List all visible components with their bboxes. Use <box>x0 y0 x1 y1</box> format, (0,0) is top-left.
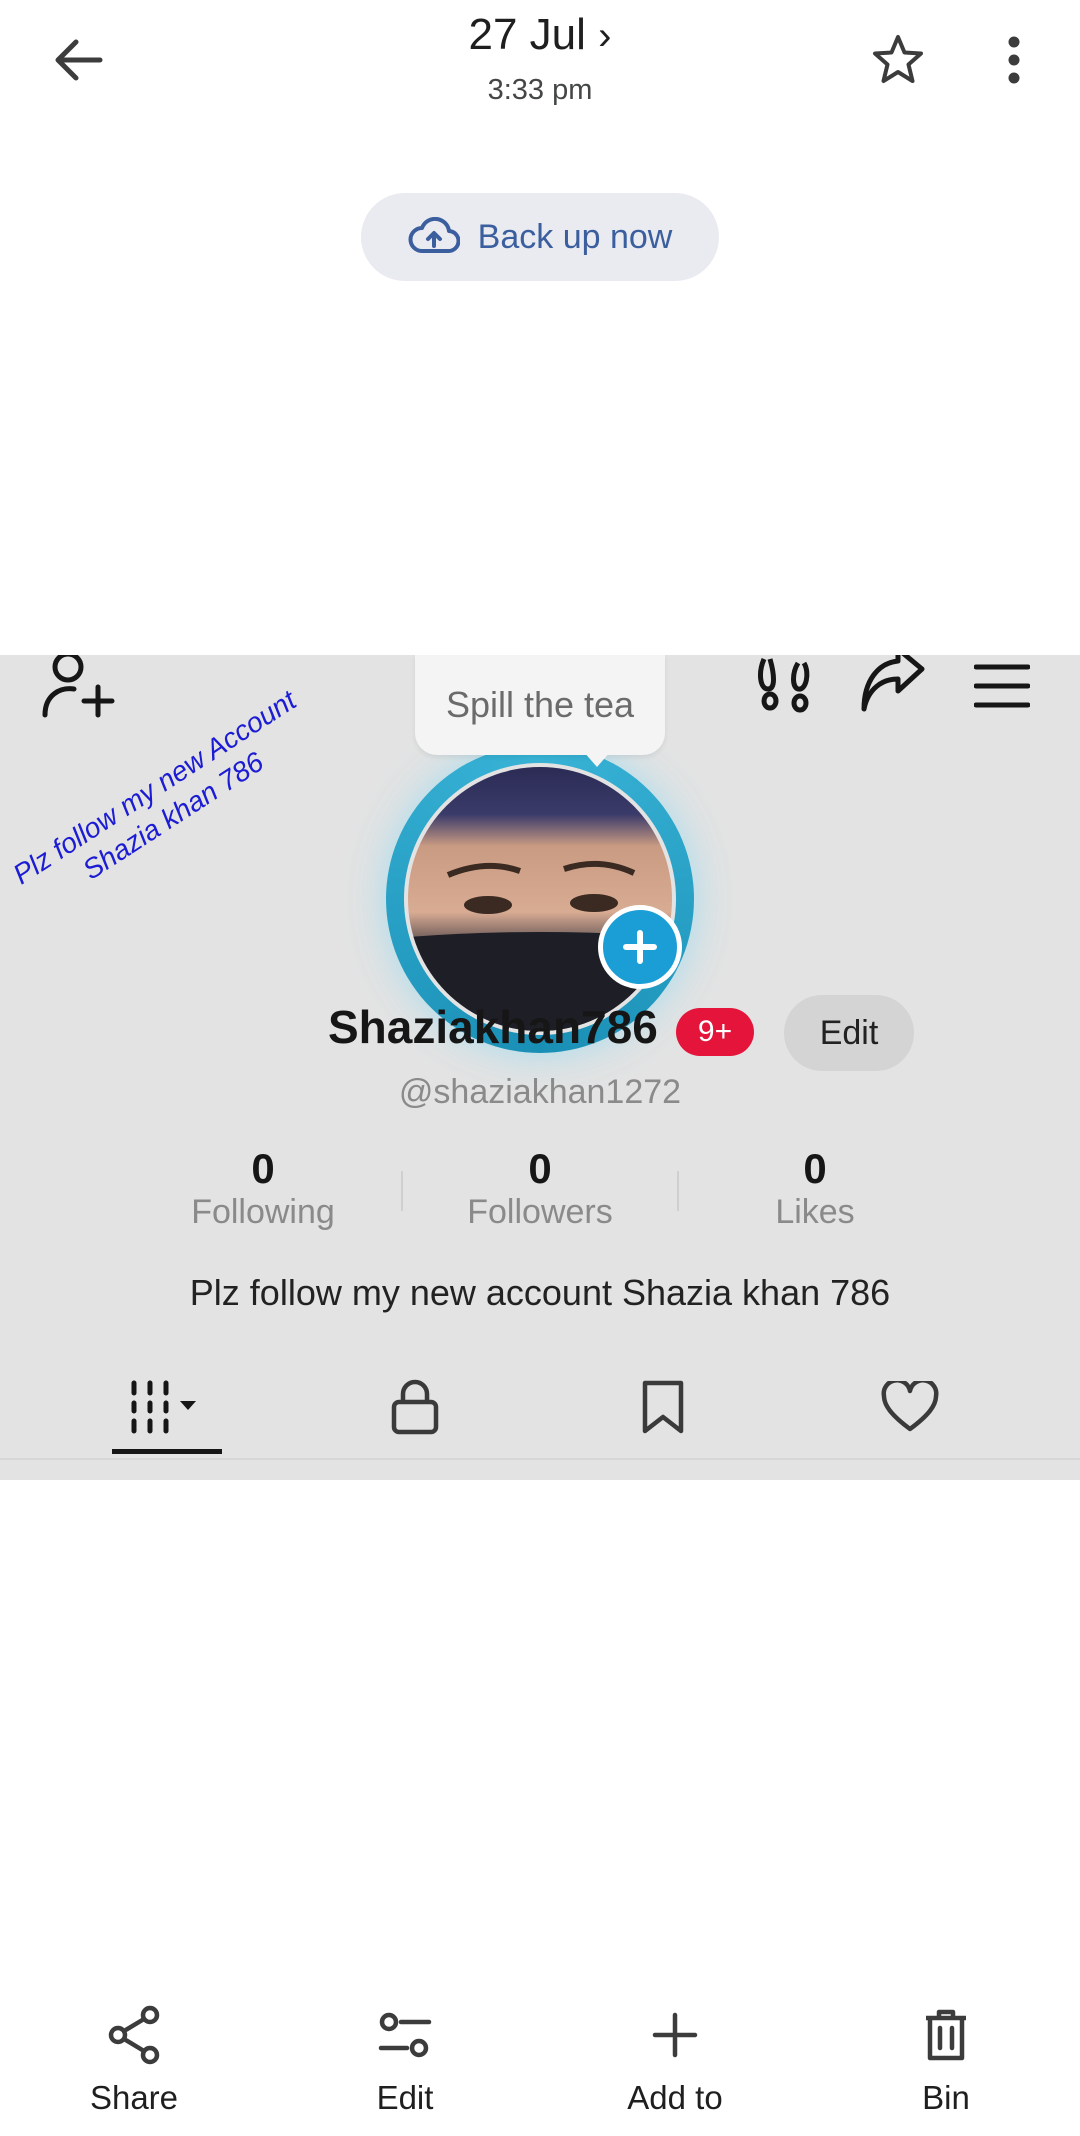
heart-icon <box>881 1381 939 1432</box>
share-icon <box>108 2005 160 2065</box>
trash-icon <box>926 2009 966 2061</box>
tooltip-tail <box>583 751 611 767</box>
back-up-now-button[interactable]: Back up now <box>361 193 719 281</box>
lock-icon <box>391 1379 439 1435</box>
stat-followers: 0 Followers <box>430 1145 650 1232</box>
hamburger-menu-icon <box>974 664 1030 708</box>
star-icon <box>873 35 923 83</box>
videos-grid-icon <box>131 1380 196 1434</box>
stat-likes-label: Likes <box>775 1193 855 1231</box>
watermark-line-2: Shazia khan 786 <box>77 745 269 886</box>
active-tab-indicator <box>112 1449 222 1454</box>
profile-handle: @shaziakhan1272 <box>398 1073 682 1111</box>
bin-label: Bin <box>922 2079 970 2116</box>
add-to-button[interactable]: Add to <box>575 1995 775 2117</box>
footprints-icon <box>758 658 810 713</box>
back-up-now-label: Back up now <box>477 217 673 256</box>
edit-profile-button: Edit <box>784 995 914 1071</box>
photo-viewer-image[interactable]: Spill the tea Plz follow my new Account … <box>0 655 1080 1480</box>
stat-divider <box>677 1171 679 1211</box>
plus-icon <box>652 2012 698 2058</box>
more-options-button[interactable] <box>986 28 1042 92</box>
share-label: Share <box>89 2079 179 2116</box>
avatar-photo <box>408 767 672 1031</box>
edit-sliders-icon <box>378 2012 432 2058</box>
edit-label: Edit <box>376 2079 434 2116</box>
tab-videos <box>108 1365 228 1449</box>
cloud-upload-icon <box>408 217 460 253</box>
bin-button[interactable]: Bin <box>846 1995 1046 2117</box>
profile-bio: Plz follow my new account Shazia khan 78… <box>189 1272 891 1313</box>
stat-likes-value: 0 <box>803 1145 827 1192</box>
stat-divider <box>401 1171 403 1211</box>
divider <box>0 1458 1080 1460</box>
profile-username: Shaziakhan786 <box>328 1001 658 1053</box>
more-vert-icon <box>1008 36 1020 84</box>
tab-private <box>355 1365 475 1449</box>
notification-badge: 9+ <box>676 1008 754 1056</box>
share-arrow-icon <box>861 655 925 712</box>
share-button[interactable]: Share <box>34 1995 234 2117</box>
edit-button[interactable]: Edit <box>305 1995 505 2117</box>
add-friend-icon <box>42 655 115 718</box>
stat-following-label: Following <box>191 1193 335 1231</box>
tab-liked <box>850 1365 970 1449</box>
plus-icon <box>623 930 657 964</box>
bookmark-icon <box>642 1380 684 1434</box>
stat-following-value: 0 <box>251 1145 275 1192</box>
favorite-button[interactable] <box>862 28 934 92</box>
add-to-label: Add to <box>627 2079 723 2116</box>
stat-followers-value: 0 <box>528 1145 552 1192</box>
date-text: 27 Jul <box>468 10 586 59</box>
stat-followers-label: Followers <box>467 1193 613 1231</box>
tooltip-bubble: Spill the tea <box>415 655 665 755</box>
stat-following: 0 Following <box>153 1145 373 1232</box>
add-story-button <box>598 905 682 989</box>
stat-likes: 0 Likes <box>705 1145 925 1232</box>
tab-saved <box>603 1365 723 1449</box>
chevron-right-icon: › <box>598 14 612 58</box>
